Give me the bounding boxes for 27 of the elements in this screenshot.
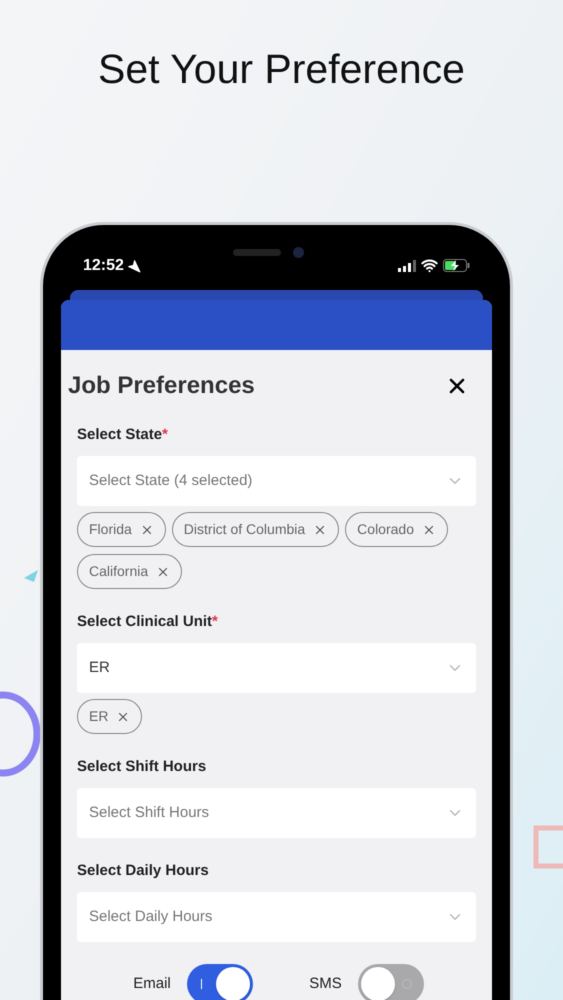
select-field[interactable]: Select State (4 selected) [77,456,476,506]
signal-icon [398,260,416,272]
select-field[interactable]: ER [77,643,476,693]
field-label: Select Shift Hours [77,758,208,776]
battery-icon [443,259,470,272]
square-decoration [533,825,563,869]
toggle-label: Email [133,974,171,994]
chip-label: Colorado [357,520,414,539]
toggle-switch[interactable] [186,964,253,1000]
status-time: 12:52 [83,256,124,276]
field-label: Select Clinical Unit* [77,613,219,631]
select-field[interactable]: Select Daily Hours [77,892,476,942]
chip-label: California [89,562,148,581]
field-label: Select Daily Hours [77,862,210,880]
select-field[interactable]: Select Shift Hours [77,788,476,838]
chip-label: District of Columbia [184,520,306,539]
toggle-switch[interactable] [358,964,424,1000]
modal-title: Job Preferences [68,371,255,401]
toggle-label: SMS [309,974,342,994]
chip-label: Florida [89,520,132,539]
headline: Set Your Preference [97,45,466,94]
wifi-icon [421,257,438,274]
chip-label: ER [89,707,108,726]
triangle-decoration [24,570,38,582]
speaker-grille [233,249,281,256]
location-icon [126,258,141,272]
field-label: Select State* [77,426,169,444]
